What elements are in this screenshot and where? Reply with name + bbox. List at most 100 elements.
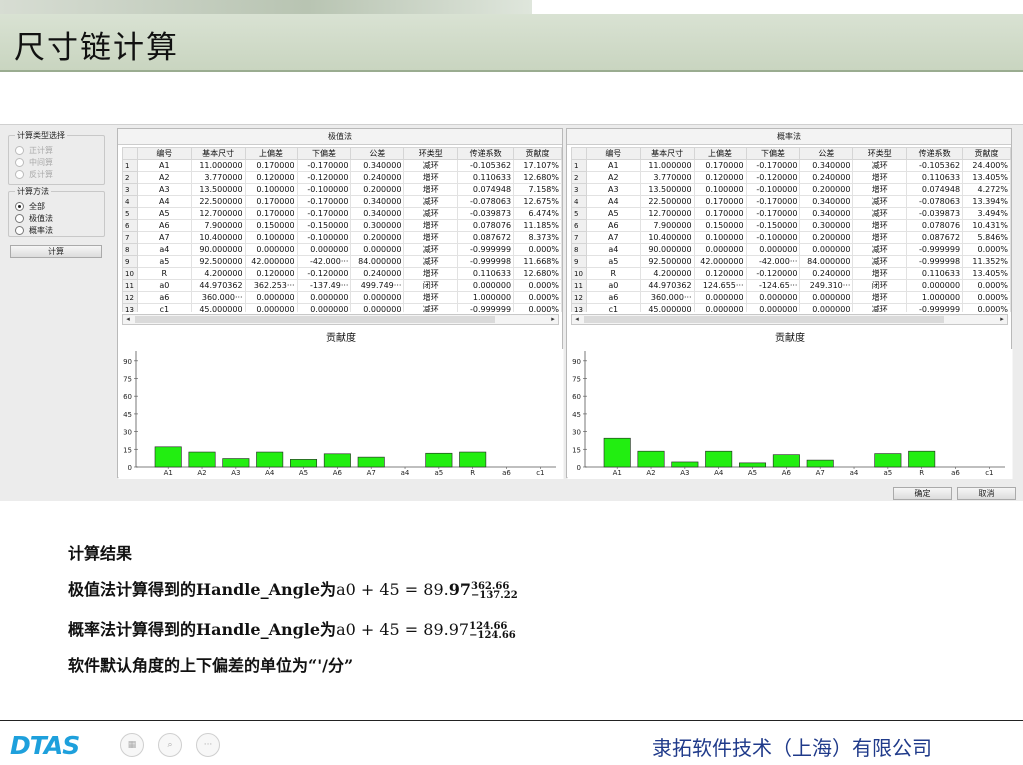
col-header[interactable]: 贡献度 [513, 147, 562, 160]
table-row[interactable]: 5 A5 12.700000 0.170000 -0.170000 0.340000 减环 -… [571, 207, 1011, 220]
table-row[interactable]: 12 a6 360.000··· 0.000000 0.000000 0.000000 增环… [571, 291, 1011, 304]
table-cell[interactable]: A7 [585, 231, 641, 244]
table-cell[interactable]: 92.500000 [639, 255, 695, 268]
table-cell[interactable]: 3.770000 [639, 171, 695, 184]
statistical-hscroll[interactable]: ◂ ▸ [571, 314, 1008, 325]
table-cell[interactable]: 499.749··· [350, 279, 405, 292]
table-cell[interactable]: 0.000% [513, 243, 562, 256]
radio-circle[interactable] [15, 202, 24, 211]
radio-forward-calc[interactable]: 正计算 [15, 145, 53, 156]
scroll-thumb[interactable] [584, 316, 944, 323]
table-cell[interactable]: 7.158% [513, 183, 562, 196]
table-cell[interactable]: 0.340000 [799, 207, 854, 220]
table-cell[interactable]: A7 [136, 231, 192, 244]
table-cell[interactable]: 0.100000 [244, 183, 298, 196]
table-row[interactable]: 7 A7 10.400000 0.100000 -0.100000 0.200000 增环 0… [122, 231, 562, 244]
table-cell[interactable]: -0.120000 [296, 171, 352, 184]
table-cell[interactable]: 增环 [852, 291, 908, 304]
table-cell[interactable]: 0.000000 [745, 303, 801, 312]
table-cell[interactable]: 增环 [852, 231, 908, 244]
row-number-cell[interactable]: 6 [571, 219, 587, 232]
table-cell[interactable]: 增环 [852, 219, 908, 232]
table-cell[interactable]: A1 [585, 159, 641, 172]
col-header[interactable]: 传递系数 [457, 147, 515, 160]
calculate-button[interactable]: 计算 [10, 245, 102, 258]
row-number-cell[interactable]: 2 [571, 171, 587, 184]
table-cell[interactable]: 22.500000 [639, 195, 695, 208]
table-cell[interactable]: 减环 [403, 243, 459, 256]
more-icon[interactable]: ··· [196, 733, 220, 757]
row-number-cell[interactable]: 5 [122, 207, 138, 220]
table-cell[interactable]: 增环 [403, 183, 459, 196]
row-number-cell[interactable]: 8 [122, 243, 138, 256]
table-cell[interactable]: a4 [136, 243, 192, 256]
row-number-cell[interactable]: 12 [122, 291, 138, 304]
table-row[interactable]: 2 A2 3.770000 0.120000 -0.120000 0.240000 增环 0.… [122, 171, 562, 184]
row-number-cell[interactable]: 8 [571, 243, 587, 256]
table-cell[interactable]: 0.200000 [799, 231, 854, 244]
table-cell[interactable]: 17.107% [513, 159, 562, 172]
table-cell[interactable]: 增环 [403, 171, 459, 184]
table-cell[interactable]: 减环 [852, 159, 908, 172]
radio-method-worst-case[interactable]: 极值法 [15, 213, 53, 224]
table-cell[interactable]: 13.394% [962, 195, 1011, 208]
table-cell[interactable]: 0.000% [962, 243, 1011, 256]
table-cell[interactable]: a6 [585, 291, 641, 304]
table-cell[interactable]: 0.000000 [244, 303, 298, 312]
table-row[interactable]: 3 A3 13.500000 0.100000 -0.100000 0.200000 增环 0… [571, 183, 1011, 196]
cancel-button[interactable]: 取消 [957, 487, 1016, 500]
table-cell[interactable]: 0.000000 [906, 279, 964, 292]
table-cell[interactable]: a4 [585, 243, 641, 256]
table-cell[interactable]: 42.000000 [693, 255, 747, 268]
worst-case-hscroll[interactable]: ◂ ▸ [122, 314, 559, 325]
table-cell[interactable]: -0.120000 [296, 267, 352, 280]
radio-circle[interactable] [15, 170, 24, 179]
table-cell[interactable]: 0.170000 [693, 207, 747, 220]
row-number-cell[interactable]: 6 [122, 219, 138, 232]
table-cell[interactable]: 360.000··· [639, 291, 695, 304]
table-cell[interactable]: -0.999999 [457, 243, 515, 256]
table-cell[interactable]: 124.655··· [693, 279, 747, 292]
table-cell[interactable]: 12.680% [513, 171, 562, 184]
table-cell[interactable]: 0.120000 [244, 171, 298, 184]
table-row[interactable]: 4 A4 22.500000 0.170000 -0.170000 0.340000 减环 -… [122, 195, 562, 208]
table-cell[interactable]: a0 [136, 279, 192, 292]
table-cell[interactable]: 增环 [403, 267, 459, 280]
col-header[interactable]: 上偏差 [244, 147, 298, 160]
table-cell[interactable]: 减环 [403, 195, 459, 208]
table-cell[interactable]: 0.170000 [693, 195, 747, 208]
table-cell[interactable]: -0.999999 [906, 243, 964, 256]
table-cell[interactable]: 0.000000 [350, 303, 405, 312]
table-cell[interactable]: 11.185% [513, 219, 562, 232]
table-cell[interactable]: -0.105362 [457, 159, 515, 172]
table-cell[interactable]: 44.970362 [639, 279, 695, 292]
table-cell[interactable]: 90.000000 [190, 243, 246, 256]
col-header[interactable]: 编号 [585, 147, 641, 160]
radio-circle[interactable] [15, 146, 24, 155]
table-cell[interactable]: -0.999998 [457, 255, 515, 268]
table-cell[interactable]: 0.000000 [457, 279, 515, 292]
table-cell[interactable]: A2 [585, 171, 641, 184]
table-cell[interactable]: 1.000000 [906, 291, 964, 304]
row-number-cell[interactable]: 11 [122, 279, 138, 292]
table-cell[interactable]: -0.170000 [745, 159, 801, 172]
table-cell[interactable]: 减环 [403, 303, 459, 312]
row-number-cell[interactable]: 11 [571, 279, 587, 292]
table-cell[interactable]: R [585, 267, 641, 280]
table-cell[interactable]: 7.900000 [190, 219, 246, 232]
ok-button[interactable]: 确定 [893, 487, 952, 500]
table-row[interactable]: 4 A4 22.500000 0.170000 -0.170000 0.340000 减环 -… [571, 195, 1011, 208]
col-header[interactable]: 公差 [799, 147, 854, 160]
table-cell[interactable]: 44.970362 [190, 279, 246, 292]
table-cell[interactable]: 0.340000 [799, 159, 854, 172]
table-cell[interactable]: 0.000000 [693, 291, 747, 304]
table-cell[interactable]: -0.170000 [296, 207, 352, 220]
table-row[interactable]: 7 A7 10.400000 0.100000 -0.100000 0.200000 增环 0… [571, 231, 1011, 244]
table-row[interactable]: 1 A1 11.000000 0.170000 -0.170000 0.340000 减环 -… [122, 159, 562, 172]
table-cell[interactable]: A4 [136, 195, 192, 208]
scroll-left-icon[interactable]: ◂ [572, 315, 582, 324]
table-cell[interactable]: 0.170000 [244, 159, 298, 172]
table-cell[interactable]: 0.100000 [693, 231, 747, 244]
table-cell[interactable]: a5 [585, 255, 641, 268]
radio-middle-calc[interactable]: 中间算 [15, 157, 53, 168]
